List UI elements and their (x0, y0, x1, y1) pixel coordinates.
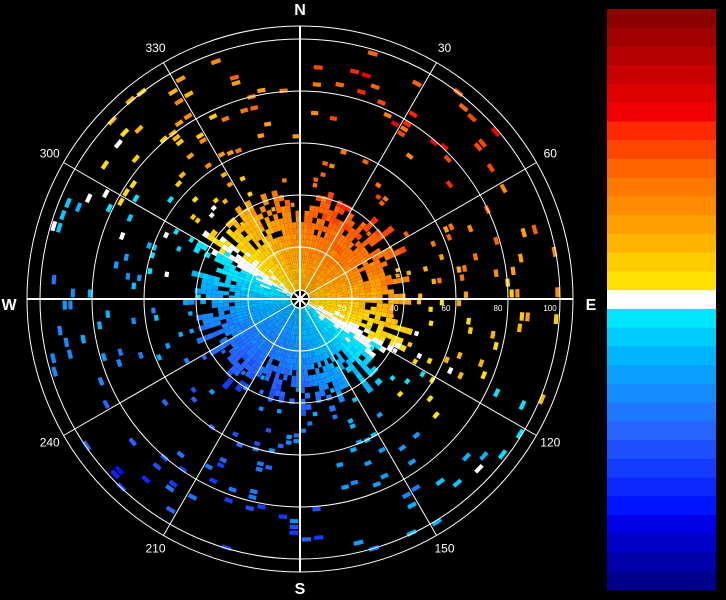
color-scale-label: 7.33m/s (609, 86, 649, 98)
color-scale-label: 3.33m/s (609, 199, 649, 211)
color-scale-label: 2.67m/s (609, 218, 649, 230)
color-scale-label: 6.00m/s (609, 124, 649, 136)
color-scale-label: -4.67m/s (609, 424, 652, 436)
color-scale-label: -8.00m/s (609, 517, 652, 529)
color-scale-label: -1.33m/s (609, 330, 652, 342)
color-scale-label: 6.67m/s (609, 105, 649, 117)
color-scale-label: 8.00m/s (609, 68, 649, 80)
color-scale-label: -6.00m/s (609, 461, 652, 473)
color-scale-label: 0.00m/s (609, 292, 649, 304)
color-scale-label: -9.33m/s (609, 555, 652, 567)
color-scale-label: -2.67m/s (609, 367, 652, 379)
color-scale-label: 10.00m/s (609, 11, 655, 23)
color-scale-label: 4.00m/s (609, 180, 649, 192)
color-scale-label: -10.00m/s (609, 574, 658, 586)
color-scale-label: -4.00m/s (609, 405, 652, 417)
color-scale-label: 2.00m/s (609, 236, 649, 248)
color-scale-label: -3.33m/s (609, 386, 652, 398)
color-scale-label: -7.33m/s (609, 499, 652, 511)
color-scale-label: 4.67m/s (609, 161, 649, 173)
color-scale-label: 1.33m/s (609, 255, 649, 267)
color-scale-label: 5.33m/s (609, 143, 649, 155)
color-scale-label: -2.00m/s (609, 349, 652, 361)
color-scale-label: 9.33m/s (609, 30, 649, 42)
color-scale-label: -0.67m/s (609, 311, 652, 323)
velocity-color-scale: 10.00m/s 9.33m/s 8.67m/s 8.00m/s 7.33m/s 6.67… (607, 9, 716, 591)
color-scale-label: 8.67m/s (609, 49, 649, 61)
color-scale-label: -6.67m/s (609, 480, 652, 492)
color-scale-label: -5.33m/s (609, 442, 652, 454)
color-scale-label: -8.67m/s (609, 536, 652, 548)
color-scale-label: 0.67m/s (609, 274, 649, 286)
